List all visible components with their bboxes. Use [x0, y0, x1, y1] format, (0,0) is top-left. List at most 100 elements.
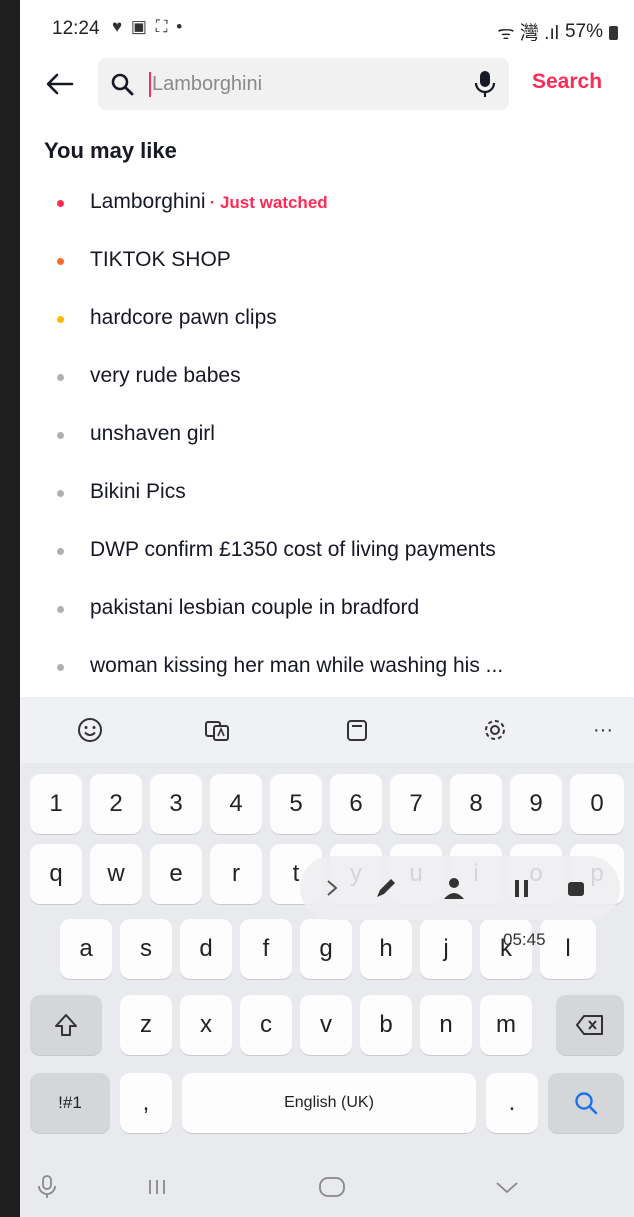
- screen-recorder-overlay: [300, 856, 620, 920]
- search-input[interactable]: [152, 58, 462, 110]
- trend-dot: [57, 548, 64, 555]
- suggestion-item[interactable]: pakistani lesbian couple in bradford: [20, 580, 634, 638]
- trend-dot: [57, 664, 64, 671]
- key-4[interactable]: 4: [210, 774, 262, 834]
- shift-icon: [55, 1014, 77, 1036]
- recents-icon[interactable]: [142, 1173, 172, 1201]
- battery-icon: [609, 25, 618, 40]
- suggestion-text: TIKTOK SHOP: [90, 248, 231, 271]
- status-bar: 12:24 ♥ ▣ ⛶ • ᯤ 灣 .ıl 57%: [20, 0, 634, 56]
- suggestion-text: DWP confirm £1350 cost of living payment…: [90, 538, 496, 561]
- trend-dot: [57, 258, 64, 265]
- key-8[interactable]: 8: [450, 774, 502, 834]
- just-watched-badge: · Just watched: [209, 193, 328, 212]
- keyboard-toolbar: ···: [20, 697, 634, 763]
- suggestion-item[interactable]: hardcore pawn clips: [20, 290, 634, 348]
- search-row: Search: [20, 56, 634, 112]
- comma-key[interactable]: ,: [120, 1073, 172, 1133]
- key-e[interactable]: e: [150, 844, 202, 904]
- suggestion-item[interactable]: woman kissing her man while washing his …: [20, 638, 634, 696]
- key-l[interactable]: l: [540, 919, 596, 979]
- key-9[interactable]: 9: [510, 774, 562, 834]
- clipboard-icon[interactable]: [342, 715, 372, 745]
- key-3[interactable]: 3: [150, 774, 202, 834]
- key-g[interactable]: g: [300, 919, 352, 979]
- back-arrow-icon[interactable]: [42, 66, 78, 102]
- key-h[interactable]: h: [360, 919, 412, 979]
- key-a[interactable]: a: [60, 919, 112, 979]
- key-v[interactable]: v: [300, 995, 352, 1055]
- suggestion-text: hardcore pawn clips: [90, 306, 277, 329]
- suggestion-item[interactable]: TIKTOK SHOP: [20, 232, 634, 290]
- suggestion-text: pakistani lesbian couple in bradford: [90, 596, 420, 619]
- key-7[interactable]: 7: [390, 774, 442, 834]
- chevron-right-icon[interactable]: [318, 874, 346, 902]
- suggestion-text: unshaven girl: [90, 422, 215, 445]
- signal-icons: ᯤ 灣 .ıl: [497, 23, 559, 44]
- trend-dot: [57, 316, 64, 323]
- pause-icon[interactable]: [508, 874, 536, 902]
- home-icon[interactable]: [317, 1173, 347, 1201]
- emoji-icon[interactable]: [75, 715, 105, 745]
- shift-key[interactable]: [30, 995, 102, 1055]
- key-6[interactable]: 6: [330, 774, 382, 834]
- trend-dot: [57, 490, 64, 497]
- period-key[interactable]: .: [486, 1073, 538, 1133]
- key-d[interactable]: d: [180, 919, 232, 979]
- status-right: ᯤ 灣 .ıl 57%: [497, 18, 618, 45]
- key-x[interactable]: x: [180, 995, 232, 1055]
- key-w[interactable]: w: [90, 844, 142, 904]
- voice-search-icon[interactable]: [473, 70, 497, 98]
- trend-dot: [57, 432, 64, 439]
- screen: 12:24 ♥ ▣ ⛶ • ᯤ 灣 .ıl 57% Search You may…: [20, 0, 634, 1217]
- person-icon[interactable]: [440, 874, 468, 902]
- key-m[interactable]: m: [480, 995, 532, 1055]
- hide-keyboard-icon[interactable]: [492, 1173, 522, 1201]
- key-0[interactable]: 0: [570, 774, 624, 834]
- key-b[interactable]: b: [360, 995, 412, 1055]
- backspace-icon: [576, 1015, 603, 1035]
- suggestion-item[interactable]: DWP confirm £1350 cost of living payment…: [20, 522, 634, 580]
- section-title: You may like: [44, 138, 177, 163]
- trend-dot: [57, 606, 64, 613]
- battery-level: 57%: [564, 20, 603, 42]
- key-r[interactable]: r: [210, 844, 262, 904]
- stop-icon[interactable]: [562, 874, 590, 902]
- suggestion-text: Bikini Pics: [90, 480, 186, 503]
- symbols-key[interactable]: !#1: [30, 1073, 110, 1133]
- suggestion-item[interactable]: unshaven girl: [20, 406, 634, 464]
- keyboard: ··· 1 2 3 4 5 6 7 8 9 0 q w e r t y u i …: [20, 697, 634, 1217]
- search-icon: [110, 72, 134, 96]
- text-caret: [149, 72, 151, 97]
- key-n[interactable]: n: [420, 995, 472, 1055]
- key-5[interactable]: 5: [270, 774, 322, 834]
- trend-dot: [57, 200, 64, 207]
- mic-icon[interactable]: [32, 1173, 62, 1201]
- translate-icon[interactable]: [202, 715, 232, 745]
- search-key-icon: [575, 1092, 598, 1115]
- suggestion-item[interactable]: Lamborghini · Just watched: [20, 174, 634, 232]
- search-box[interactable]: [98, 58, 509, 110]
- suggestion-text: woman kissing her man while washing his …: [90, 654, 504, 677]
- space-key[interactable]: English (UK): [182, 1073, 476, 1133]
- key-f[interactable]: f: [240, 919, 292, 979]
- key-c[interactable]: c: [240, 995, 292, 1055]
- backspace-key[interactable]: [556, 995, 624, 1055]
- trend-dot: [57, 374, 64, 381]
- suggestion-item[interactable]: Bikini Pics: [20, 464, 634, 522]
- more-icon[interactable]: ···: [588, 715, 618, 745]
- search-key[interactable]: [548, 1073, 624, 1133]
- search-button[interactable]: Search: [532, 70, 602, 94]
- key-s[interactable]: s: [120, 919, 172, 979]
- navigation-bar: [20, 1157, 634, 1217]
- settings-icon[interactable]: [480, 715, 510, 745]
- key-z[interactable]: z: [120, 995, 172, 1055]
- key-2[interactable]: 2: [90, 774, 142, 834]
- pen-icon[interactable]: [372, 874, 400, 902]
- key-q[interactable]: q: [30, 844, 82, 904]
- suggestion-item[interactable]: very rude babes: [20, 348, 634, 406]
- status-time: 12:24: [52, 18, 100, 39]
- key-j[interactable]: j: [420, 919, 472, 979]
- notification-icons: ♥ ▣ ⛶ •: [112, 17, 185, 36]
- key-1[interactable]: 1: [30, 774, 82, 834]
